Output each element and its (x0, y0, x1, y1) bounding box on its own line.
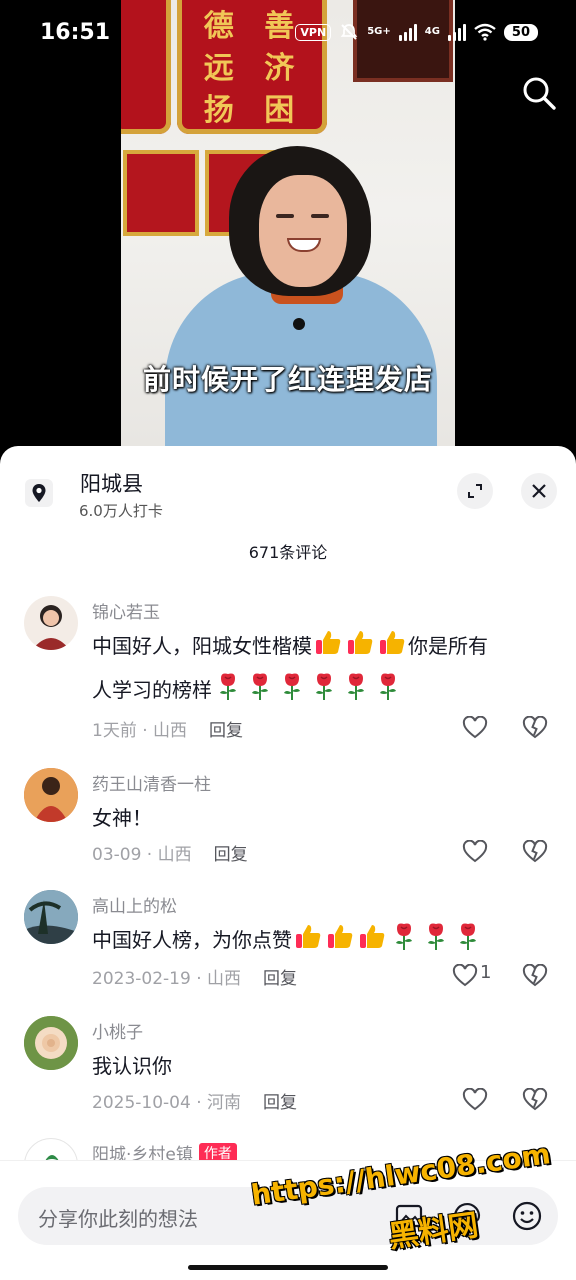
video-subtitle: 前时候开了红连理发店 (142, 363, 433, 396)
comments-count: 671条评论 (248, 543, 328, 562)
status-bar: 16:51 VPN 5G+ 4G 50 (0, 0, 576, 64)
rose-emoji (245, 671, 275, 714)
thumbs-up-emoji (345, 627, 375, 670)
location-row[interactable]: 阳城县 6.0万人打卡 (0, 446, 576, 536)
comment-text-part: 中国好人，阳城女性楷模 (92, 634, 312, 658)
comment-text-part: 你是所有 (408, 634, 488, 658)
signal-icon (398, 23, 417, 41)
avatar[interactable] (24, 596, 78, 650)
comment-username[interactable]: 高山上的松 (92, 892, 177, 917)
rose-emoji (309, 671, 339, 714)
person-eye (276, 214, 294, 218)
rose-emoji (453, 921, 483, 964)
thumbs-up-emoji (325, 921, 355, 964)
network-label: 5G+ (367, 26, 391, 37)
reply-button[interactable]: 回复 (209, 721, 243, 741)
comment-region: 河南 (207, 1093, 242, 1113)
like-count: 1 (480, 962, 492, 983)
comment-time: 1天前 (92, 721, 137, 741)
like-icon[interactable] (462, 716, 488, 740)
person-face (259, 175, 347, 287)
comment-text: 女神！ (92, 806, 152, 830)
avatar[interactable] (24, 890, 78, 944)
expand-button[interactable] (457, 473, 493, 509)
dislike-icon[interactable] (522, 964, 548, 988)
comment-username[interactable]: 锦心若玉 (92, 598, 160, 623)
like-icon[interactable] (462, 1088, 488, 1112)
close-icon (532, 484, 546, 498)
thumbs-up-emoji (357, 921, 387, 964)
comment-input-placeholder: 分享你此刻的想法 (38, 1207, 198, 1231)
like-icon[interactable] (452, 964, 478, 988)
reply-button[interactable]: 回复 (263, 1093, 297, 1113)
video-player[interactable]: 德 善 远 济 扬 困 前时候开了红连理发店 (0, 0, 576, 470)
thumbs-up-emoji (293, 921, 323, 964)
comment-text-part: 人学习的榜样 (92, 678, 212, 702)
comment-text-part: 中国好人榜，为你点赞 (92, 928, 292, 952)
rose-emoji (373, 671, 403, 714)
clock: 16:51 (40, 20, 111, 45)
thumbs-up-emoji (313, 627, 343, 670)
plaque-decoration (123, 150, 199, 236)
comment-meta: 03-09 · 山西 回复 (92, 845, 248, 865)
comment-text: 中国好人，阳城女性楷模 你是所有 人学习的榜样 (92, 626, 562, 714)
status-icons: VPN 5G+ 4G 50 (295, 22, 538, 42)
person-eye (311, 214, 329, 218)
comment-item[interactable]: 药王山清香一柱 女神！ 03-09 · 山西 回复 (0, 768, 576, 868)
close-button[interactable] (521, 473, 557, 509)
rose-emoji (389, 921, 419, 964)
comment-region: 山西 (153, 721, 188, 741)
avatar[interactable] (24, 768, 78, 822)
comment-time: 2025-10-04 (92, 1093, 191, 1113)
like-icon[interactable] (462, 840, 488, 864)
location-checkin-count: 6.0万人打卡 (79, 502, 163, 520)
thumbs-up-emoji (377, 627, 407, 670)
expand-icon (468, 484, 482, 498)
battery-indicator: 50 (503, 23, 538, 41)
rose-emoji (213, 671, 243, 714)
dislike-icon[interactable] (522, 840, 548, 864)
search-icon[interactable] (520, 74, 558, 112)
comment-text: 中国好人榜，为你点赞 (92, 920, 562, 964)
comment-username[interactable]: 小桃子 (92, 1018, 143, 1043)
dislike-icon[interactable] (522, 1088, 548, 1112)
reply-button[interactable]: 回复 (214, 845, 248, 865)
video-frame: 德 善 远 济 扬 困 (121, 0, 455, 470)
home-indicator[interactable] (188, 1265, 388, 1270)
comment-meta: 1天前 · 山西 回复 (92, 721, 244, 741)
rose-emoji (277, 671, 307, 714)
location-title[interactable]: 阳城县 (80, 468, 143, 498)
location-pin-icon (25, 479, 53, 507)
rose-emoji (341, 671, 371, 714)
comment-region: 山西 (157, 845, 192, 865)
dislike-icon[interactable] (522, 716, 548, 740)
emoji-icon[interactable] (510, 1199, 544, 1233)
comment-username[interactable]: 药王山清香一柱 (92, 770, 211, 795)
mute-icon (340, 24, 358, 40)
wifi-icon (474, 23, 496, 41)
comment-time: 2023-02-19 (92, 969, 191, 989)
rose-emoji (421, 921, 451, 964)
comment-region: 山西 (207, 969, 242, 989)
comment-time: 03-09 (92, 845, 142, 865)
signal-icon (447, 23, 466, 41)
avatar[interactable] (24, 1016, 78, 1070)
comment-item[interactable]: 锦心若玉 中国好人，阳城女性楷模 你是所有 人学习的榜样 1天前 · 山西 回复 (0, 596, 576, 746)
reply-button[interactable]: 回复 (263, 969, 297, 989)
comment-meta: 2023-02-19 · 山西 回复 (92, 969, 298, 989)
comment-text: 我认识你 (92, 1054, 172, 1078)
vpn-badge: VPN (295, 23, 332, 41)
comment-item[interactable]: 小桃子 我认识你 2025-10-04 · 河南 回复 (0, 1016, 576, 1116)
lapel-mic (293, 318, 305, 330)
comment-item[interactable]: 高山上的松 中国好人榜，为你点赞 2023-02-19 · 山西 回复 1 (0, 890, 576, 990)
comment-meta: 2025-10-04 · 河南 回复 (92, 1093, 298, 1113)
network-label: 4G (424, 26, 440, 37)
